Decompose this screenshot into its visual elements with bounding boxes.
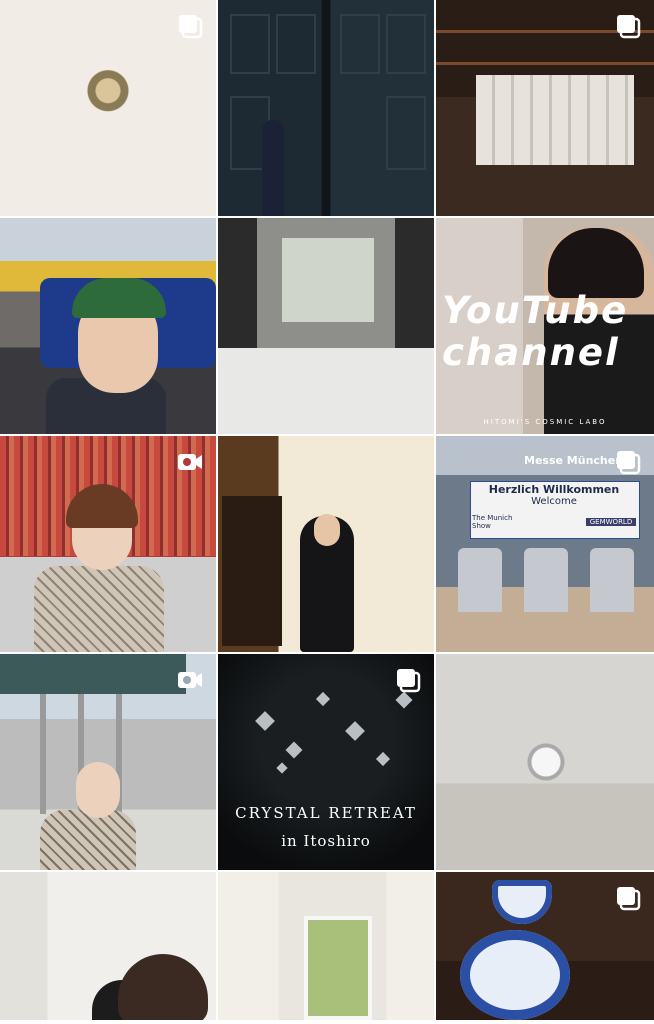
carousel-icon (614, 448, 642, 476)
munich-show-label: The Munich Show (472, 514, 513, 530)
post-tile-10[interactable] (0, 654, 216, 870)
crystal (375, 751, 391, 767)
crystal-retreat-subtitle: in Itoshiro (281, 832, 371, 850)
post-tile-9[interactable]: Messe München Herzlich Willkommen Welcom… (436, 436, 654, 652)
profile-post-grid: YouTube channel HITOMI'S COSMIC LABO Mes… (0, 0, 654, 1024)
crystal-retreat-title: CRYSTAL RETREAT (235, 804, 417, 822)
door-panel (386, 14, 426, 74)
door-panel (276, 14, 316, 74)
teacup (492, 880, 552, 924)
green-cap (72, 278, 166, 318)
crystal (285, 741, 303, 759)
post-tile-1[interactable] (0, 0, 216, 216)
hanging-coats (476, 75, 634, 165)
post-tile-2[interactable] (218, 0, 434, 216)
post-tile-15[interactable] (436, 872, 654, 1020)
window (282, 238, 374, 322)
carousel-icon (394, 666, 422, 694)
person-figure (262, 120, 284, 216)
crystal (255, 711, 275, 731)
crystal (395, 691, 413, 709)
carousel-icon (614, 12, 642, 40)
crystal (345, 721, 365, 741)
teapot (460, 930, 570, 1020)
bed (218, 348, 434, 434)
post-tile-7[interactable] (0, 436, 216, 652)
door-panel (340, 14, 380, 74)
post-tile-13[interactable] (0, 872, 216, 1020)
post-tile-6[interactable]: YouTube channel HITOMI'S COSMIC LABO (436, 218, 654, 434)
coat (40, 810, 136, 870)
post-tile-14[interactable] (218, 872, 434, 1020)
crystal (315, 691, 331, 707)
entrance-tower (458, 548, 502, 612)
door-panel (230, 14, 270, 74)
post-tile-8[interactable] (218, 436, 434, 652)
window (304, 916, 372, 1020)
carousel-icon (176, 12, 204, 40)
column (40, 694, 46, 814)
entrance-tower (590, 548, 634, 612)
canopy (0, 654, 186, 694)
entrance-tower (524, 548, 568, 612)
video-icon (176, 666, 204, 694)
post-tile-5[interactable] (218, 218, 434, 434)
youtube-channel-title: YouTube channel (442, 289, 629, 374)
gemworld-label: GEMWORLD (586, 518, 636, 526)
chandelier (516, 714, 576, 794)
video-icon (176, 448, 204, 476)
youtube-channel-subtitle: HITOMI'S COSMIC LABO (483, 418, 607, 426)
carousel-icon (614, 884, 642, 912)
door-panel (386, 96, 426, 170)
welcome-banner-title: Herzlich Willkommen (488, 483, 620, 496)
post-tile-4[interactable] (0, 218, 216, 434)
post-tile-11[interactable]: CRYSTAL RETREAT in Itoshiro (218, 654, 434, 870)
hair (118, 954, 208, 1020)
messe-sign: Messe München (524, 454, 624, 467)
door (222, 496, 282, 646)
shelf (436, 62, 654, 65)
face (76, 762, 120, 818)
face (314, 514, 340, 546)
coat (34, 566, 164, 652)
post-tile-12[interactable] (436, 654, 654, 870)
post-tile-3[interactable] (436, 0, 654, 216)
welcome-banner-subtitle: Welcome (531, 496, 577, 507)
crystal (276, 762, 288, 774)
